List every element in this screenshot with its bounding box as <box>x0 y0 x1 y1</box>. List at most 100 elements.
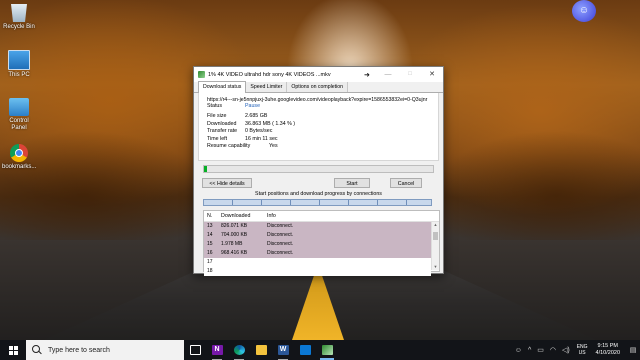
cell-info: Disconnect. <box>267 241 294 247</box>
minimize-button[interactable]: — <box>377 67 399 82</box>
taskbar: Type here to search N W ☺ ^ ▭ ◠ ◁) ENG U… <box>0 340 640 360</box>
language-indicator[interactable]: ENG US <box>577 344 588 356</box>
field-value: 36.863 MB ( 1.34 % ) <box>245 120 296 127</box>
table-row[interactable]: 17 <box>204 258 431 267</box>
resume-capability-row: Resume capability Yes <box>207 143 430 150</box>
task-view-button[interactable] <box>184 340 206 360</box>
idm-app-icon <box>198 71 205 78</box>
table-row[interactable]: 16 968.416 KB Disconnect. <box>204 249 431 258</box>
idm-taskbar-button[interactable] <box>316 340 338 360</box>
start-button-windows[interactable] <box>0 340 26 360</box>
field-label: Transfer rate <box>207 128 238 135</box>
column-header-downloaded[interactable]: Downloaded <box>221 211 267 221</box>
field-label: Time left <box>207 135 228 142</box>
word-button[interactable]: W <box>272 340 294 360</box>
tab-strip: Download status Speed Limiter Options on… <box>194 81 443 93</box>
wallpaper-trees-right <box>430 130 640 240</box>
cell-info <box>267 258 387 266</box>
cell-n: 18 <box>207 268 213 274</box>
field-value: Yes <box>269 143 278 150</box>
scroll-up-arrow-icon[interactable]: ▲ <box>432 222 439 228</box>
windows-logo-icon <box>8 345 18 355</box>
table-row[interactable]: 14 704.000 KB Disconnect. <box>204 231 431 240</box>
taskbar-search-box[interactable]: Type here to search <box>26 340 184 360</box>
desktop-icon-bookmarks[interactable]: bookmarks... <box>2 144 36 171</box>
cell-info: Disconnect. <box>267 250 294 256</box>
cell-n: 17 <box>207 259 213 265</box>
edge-button[interactable] <box>228 340 250 360</box>
chrome-icon <box>10 144 28 162</box>
action-buttons: << Hide details Start Cancel <box>194 178 443 194</box>
hide-details-button[interactable]: << Hide details <box>202 178 252 188</box>
recycle-bin-icon <box>11 4 27 22</box>
desktop-icon-recycle-bin[interactable]: Recycle Bin <box>2 4 36 31</box>
desktop-icon-this-pc[interactable]: This PC <box>2 50 36 79</box>
scroll-down-arrow-icon[interactable]: ▼ <box>432 264 439 270</box>
download-progress-fill <box>204 166 208 172</box>
connections-progress-bar <box>203 199 432 206</box>
table-row[interactable]: 13 826.071 KB Disconnect. <box>204 222 431 231</box>
field-value: 0 Bytes/sec <box>245 128 273 135</box>
table-scrollbar[interactable]: ▲ ▼ <box>431 222 439 270</box>
column-header-n[interactable]: N. <box>204 211 221 221</box>
table-row[interactable]: 18 <box>204 267 431 276</box>
volume-icon[interactable]: ◁) <box>562 346 570 354</box>
edge-icon <box>233 345 245 355</box>
field-label: Resume capability <box>207 143 251 150</box>
onenote-icon: N <box>211 345 223 355</box>
window-titlebar[interactable]: 1% 4K VIDEO ultrahd hdr sony 4K VIDEOS .… <box>194 67 443 82</box>
desktop-icon-label: bookmarks... <box>2 164 37 170</box>
maximize-button[interactable]: □ <box>399 67 421 82</box>
tab-options-on-completion[interactable]: Options on completion <box>286 81 348 92</box>
cell-n: 14 <box>207 232 213 238</box>
network-icon[interactable]: ◠ <box>550 346 556 354</box>
cell-downloaded: 704.000 KB <box>221 232 248 238</box>
chevron-up-icon[interactable]: ^ <box>528 347 531 354</box>
onenote-button[interactable]: N <box>206 340 228 360</box>
start-button[interactable]: Start <box>334 178 370 188</box>
status-value: Pause <box>245 103 261 109</box>
download-progress-window: 1% 4K VIDEO ultrahd hdr sony 4K VIDEOS .… <box>193 66 444 276</box>
table-row[interactable]: 15 1.978 MB Disconnect. <box>204 240 431 249</box>
desktop-icon-label: Recycle Bin <box>3 24 35 30</box>
floating-avatar-icon[interactable]: ☺ <box>572 0 596 22</box>
clock-date: 4/10/2020 <box>595 350 620 356</box>
cancel-button[interactable]: Cancel <box>390 178 422 188</box>
tab-speed-limiter[interactable]: Speed Limiter <box>245 81 288 92</box>
mouse-cursor-icon: ➜ <box>364 72 370 79</box>
field-label: Downloaded <box>207 120 237 127</box>
cell-info <box>267 267 387 275</box>
photos-button[interactable] <box>294 340 316 360</box>
person-icon[interactable]: ☺ <box>515 347 522 354</box>
table-body: 13 826.071 KB Disconnect. 14 704.000 KB … <box>204 222 431 276</box>
desktop-icon-label: Control Panel <box>9 118 29 131</box>
download-status-panel: https://r4---sn-je5nnpjuxj-3uhe.googlevi… <box>198 93 439 161</box>
column-header-info[interactable]: Info <box>267 211 387 221</box>
time-left-row: Time left 16 min 11 sec <box>207 136 430 143</box>
close-button[interactable]: ✕ <box>421 67 443 82</box>
field-label: Status <box>207 103 223 109</box>
system-tray: ☺ ^ ▭ ◠ ◁) ENG US 9:15 PM 4/10/2020 ▤ <box>512 340 640 360</box>
field-value: 2.685 GB <box>245 113 268 120</box>
notifications-icon[interactable]: ▤ <box>626 346 640 354</box>
file-explorer-icon <box>255 345 267 355</box>
cell-n: 15 <box>207 241 213 247</box>
desktop-icon-control-panel[interactable]: Control Panel <box>2 98 36 132</box>
search-icon <box>32 345 42 355</box>
cell-n: 13 <box>207 223 213 229</box>
desktop-icon-label: This PC <box>8 72 30 78</box>
table-header: N. Downloaded Info <box>204 211 439 222</box>
status-row: Status Pause <box>207 103 430 110</box>
tab-download-status[interactable]: Download status <box>198 81 247 93</box>
word-icon: W <box>277 345 289 355</box>
cell-n: 16 <box>207 250 213 256</box>
task-view-icon <box>189 345 201 355</box>
taskbar-clock[interactable]: 9:15 PM 4/10/2020 <box>596 343 620 357</box>
cell-downloaded <box>221 258 267 266</box>
scroll-thumb[interactable] <box>433 232 438 240</box>
cell-downloaded: 1.978 MB <box>221 241 243 247</box>
battery-icon[interactable]: ▭ <box>537 346 544 354</box>
downloaded-row: Downloaded 36.863 MB ( 1.34 % ) <box>207 121 430 128</box>
computer-icon <box>8 50 30 70</box>
file-explorer-button[interactable] <box>250 340 272 360</box>
